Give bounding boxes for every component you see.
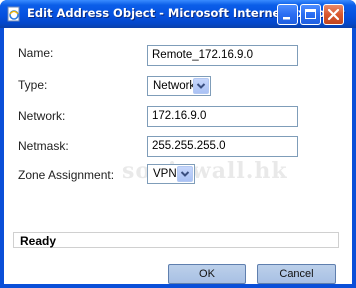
type-select-value: Network (153, 80, 196, 92)
ie-page-icon (7, 6, 20, 22)
minimize-button[interactable] (277, 4, 298, 25)
minimize-icon (283, 17, 290, 20)
zone-select-value: VPN (153, 168, 177, 180)
close-icon (327, 8, 340, 21)
status-bar: Ready (13, 232, 339, 248)
dialog-body: sonicwall.hk Name: Remote_172.16.9.0 Typ… (4, 28, 352, 284)
name-label: Name: (18, 46, 54, 60)
type-select[interactable]: Network (147, 76, 211, 96)
name-field[interactable]: Remote_172.16.9.0 (147, 45, 298, 66)
network-field[interactable]: 172.16.9.0 (147, 106, 298, 127)
netmask-field[interactable]: 255.255.255.0 (147, 136, 298, 157)
network-label: Network: (18, 109, 66, 123)
maximize-button[interactable] (300, 4, 321, 25)
dialog-window: Edit Address Object - Microsoft Internet… (0, 0, 356, 288)
type-label: Type: (18, 78, 48, 92)
cancel-button[interactable]: Cancel (257, 264, 336, 284)
close-button[interactable] (323, 4, 344, 25)
title-bar[interactable]: Edit Address Object - Microsoft Internet… (0, 0, 356, 28)
chevron-down-icon[interactable] (193, 78, 209, 94)
maximize-icon (305, 9, 316, 19)
zone-select[interactable]: VPN (147, 164, 195, 184)
chevron-down-icon[interactable] (177, 166, 193, 182)
zone-assignment-label: Zone Assignment: (18, 168, 115, 182)
ok-button[interactable]: OK (168, 264, 246, 284)
netmask-label: Netmask: (18, 139, 69, 153)
window-border-bottom (0, 284, 356, 288)
